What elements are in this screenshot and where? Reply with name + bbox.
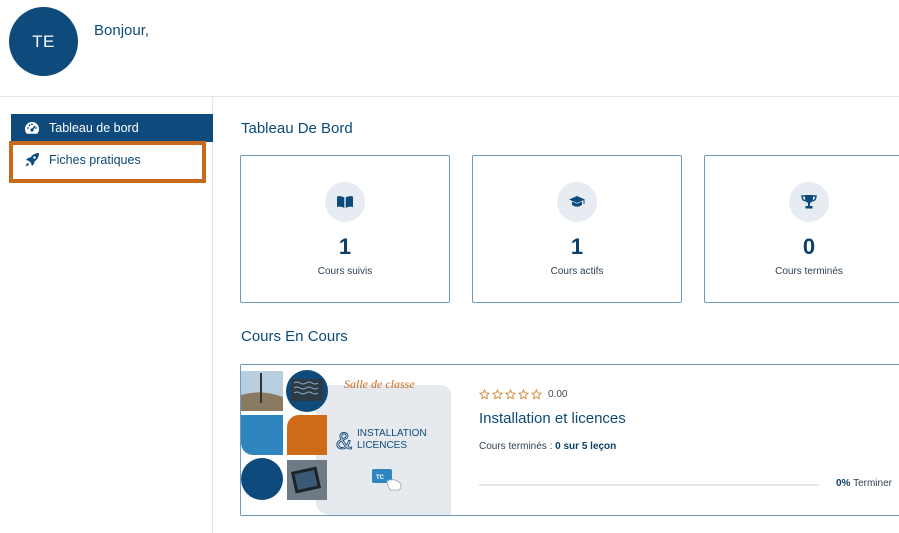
stat-value: 0 xyxy=(802,234,816,259)
stat-card-cours-actifs: 1 Cours actifs xyxy=(472,155,682,303)
sidebar: Tableau de bord Fiches pratiques xyxy=(0,97,213,533)
star-empty-icon xyxy=(531,389,542,400)
stat-label: Cours actifs xyxy=(550,266,604,277)
stat-value: 1 xyxy=(338,234,352,259)
rating-value: 0.00 xyxy=(548,389,568,400)
thumbnail-badge: TC xyxy=(376,475,385,481)
progress-percent: 0% Terminer xyxy=(836,478,892,489)
thumbnail-line1: INSTALLATION xyxy=(357,428,427,439)
greeting-text: Bonjour, xyxy=(94,22,150,39)
star-empty-icon xyxy=(518,389,529,400)
course-info: 0.00 Installation et licences Cours term… xyxy=(479,365,899,515)
course-thumbnail[interactable]: Salle de classe & INSTALLATION LICENCES … xyxy=(241,365,452,515)
star-empty-icon xyxy=(505,389,516,400)
section-title-cours-en-cours: Cours En Cours xyxy=(241,328,348,345)
course-card[interactable]: Salle de classe & INSTALLATION LICENCES … xyxy=(240,364,899,516)
course-title[interactable]: Installation et licences xyxy=(479,410,626,427)
graduation-cap-icon xyxy=(557,182,597,222)
course-progress-text: Cours terminés : 0 sur 5 leçon xyxy=(479,441,616,452)
stat-label: Cours terminés xyxy=(775,266,843,277)
stat-label: Cours suivis xyxy=(317,266,373,277)
avatar-initials: TE xyxy=(32,31,55,51)
stat-value: 1 xyxy=(570,234,584,259)
stat-card-cours-suivis: 1 Cours suivis xyxy=(240,155,450,303)
sidebar-item-label: Tableau de bord xyxy=(49,121,139,135)
rating-stars: 0.00 xyxy=(479,389,567,400)
page-title: Tableau De Bord xyxy=(241,120,353,137)
page-header: TE Bonjour, xyxy=(0,0,899,97)
thumbnail-ampersand: & xyxy=(336,428,352,455)
progress-value: 0 sur 5 leçon xyxy=(555,441,617,452)
sidebar-item-tableau-de-bord[interactable]: Tableau de bord xyxy=(11,114,213,142)
thumbnail-script-text: Salle de classe xyxy=(344,377,415,391)
book-open-icon xyxy=(325,182,365,222)
progress-label: Cours terminés : xyxy=(479,441,553,452)
stat-card-cours-termines: 0 Cours terminés xyxy=(704,155,899,303)
highlight-annotation-box xyxy=(9,141,206,183)
percent-value: 0% xyxy=(836,478,851,489)
course-thumbnail-art: Salle de classe & INSTALLATION LICENCES … xyxy=(241,370,451,515)
star-empty-icon xyxy=(479,389,490,400)
dashboard-gauge-icon xyxy=(23,119,41,137)
trophy-icon xyxy=(789,182,829,222)
percent-suffix: Terminer xyxy=(853,478,892,489)
progress-bar xyxy=(479,484,819,486)
star-empty-icon xyxy=(492,389,503,400)
thumbnail-line2: LICENCES xyxy=(357,440,407,451)
avatar[interactable]: TE xyxy=(9,7,78,76)
